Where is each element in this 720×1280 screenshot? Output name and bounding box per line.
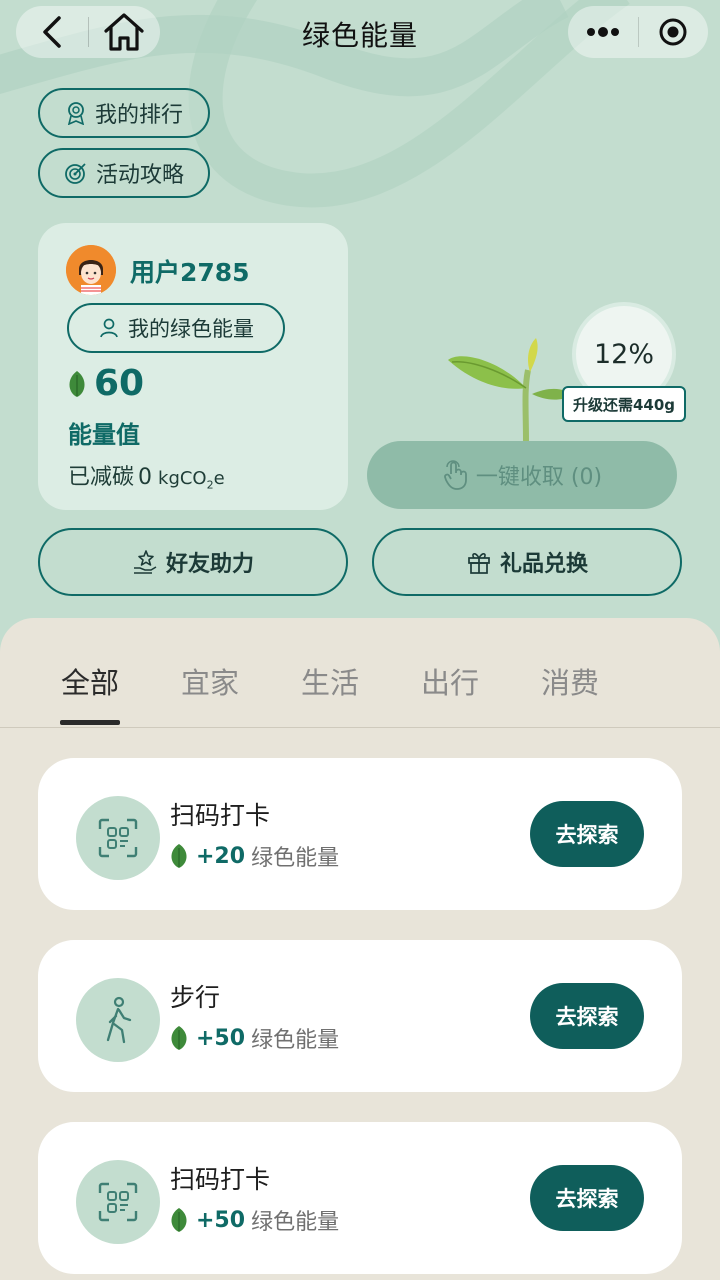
energy-label: 能量值 bbox=[68, 421, 140, 449]
task-reward-label: 绿色能量 bbox=[251, 1028, 340, 1053]
gift-exchange-label: 礼品兑换 bbox=[499, 552, 588, 577]
task-reward: +50 绿色能量 bbox=[168, 1204, 339, 1236]
leaf-icon bbox=[69, 370, 85, 397]
task-points: +50 bbox=[196, 1207, 246, 1233]
energy-value: 60 bbox=[94, 363, 145, 404]
task-icon-wrap bbox=[76, 796, 160, 880]
avatar[interactable] bbox=[66, 245, 116, 295]
scan-icon bbox=[98, 1182, 138, 1222]
hand-star-icon bbox=[133, 550, 157, 574]
carbon-prefix: 已减碳 bbox=[68, 465, 135, 490]
close-miniprogram-button[interactable] bbox=[639, 6, 709, 58]
task-sheet: 全部 宜家 生活 出行 消费 扫码打卡 +20 绿色能量 去探索 步行 +50 … bbox=[0, 618, 720, 1280]
explore-button[interactable]: 去探索 bbox=[530, 983, 644, 1049]
target-icon bbox=[65, 163, 86, 184]
activity-guide-label: 活动攻略 bbox=[95, 163, 184, 188]
collect-all-button[interactable]: 一键收取 (0) bbox=[367, 441, 677, 509]
activity-guide-button[interactable]: 活动攻略 bbox=[38, 148, 210, 198]
username: 用户2785 bbox=[130, 258, 250, 287]
task-card: 步行 +50 绿色能量 去探索 bbox=[38, 940, 682, 1092]
tab-ikea[interactable]: 宜家 bbox=[150, 660, 270, 702]
friend-assist-button[interactable]: 好友助力 bbox=[38, 528, 348, 596]
carbon-value: 0 bbox=[138, 465, 153, 490]
category-tabs: 全部 宜家 生活 出行 消费 bbox=[0, 660, 720, 728]
task-icon-wrap bbox=[76, 1160, 160, 1244]
progress-percent: 12% bbox=[593, 338, 654, 370]
tab-all[interactable]: 全部 bbox=[30, 660, 150, 702]
more-button[interactable] bbox=[568, 6, 638, 58]
carbon-suffix: e bbox=[213, 468, 225, 489]
task-title: 步行 bbox=[170, 983, 221, 1012]
collect-all-label: 一键收取 (0) bbox=[475, 465, 603, 490]
gift-icon bbox=[468, 553, 490, 574]
task-points: +20 bbox=[196, 843, 246, 869]
walking-icon bbox=[106, 996, 132, 1044]
leaf-icon bbox=[171, 844, 187, 868]
task-points: +50 bbox=[196, 1025, 246, 1051]
tab-consume[interactable]: 消费 bbox=[510, 660, 630, 702]
leaf-icon bbox=[171, 1208, 187, 1232]
person-icon bbox=[100, 318, 118, 338]
gift-exchange-button[interactable]: 礼品兑换 bbox=[372, 528, 682, 596]
energy-value-row: 60 bbox=[66, 363, 144, 404]
more-icon bbox=[586, 27, 619, 37]
explore-button[interactable]: 去探索 bbox=[530, 1165, 644, 1231]
explore-button[interactable]: 去探索 bbox=[530, 801, 644, 867]
avatar-image bbox=[66, 245, 116, 295]
carbon-sub: 2 bbox=[206, 478, 214, 492]
active-tab-indicator bbox=[60, 720, 120, 725]
tap-hand-icon bbox=[444, 460, 467, 490]
tabs-divider bbox=[0, 727, 720, 728]
tab-life[interactable]: 生活 bbox=[270, 660, 390, 702]
upgrade-requirement: 升级还需440g bbox=[562, 386, 686, 422]
user-card: 用户2785 我的绿色能量 60 能量值 已减碳 0 kgCO2e bbox=[38, 223, 348, 510]
scan-icon bbox=[98, 818, 138, 858]
task-reward-label: 绿色能量 bbox=[251, 846, 340, 871]
task-reward: +50 绿色能量 bbox=[168, 1022, 339, 1054]
task-title: 扫码打卡 bbox=[170, 1165, 271, 1194]
sprout-image bbox=[448, 338, 572, 442]
my-green-energy-label: 我的绿色能量 bbox=[128, 317, 254, 341]
task-reward: +20 绿色能量 bbox=[168, 840, 339, 872]
task-reward-label: 绿色能量 bbox=[251, 1210, 340, 1235]
friend-assist-label: 好友助力 bbox=[165, 552, 254, 577]
task-card: 扫码打卡 +20 绿色能量 去探索 bbox=[38, 758, 682, 910]
nav-capsule-right bbox=[568, 6, 708, 58]
my-green-energy-button[interactable]: 我的绿色能量 bbox=[67, 303, 285, 353]
my-ranking-button[interactable]: 我的排行 bbox=[38, 88, 210, 138]
leaf-icon bbox=[171, 1026, 187, 1050]
target-icon bbox=[659, 18, 687, 46]
task-icon-wrap bbox=[76, 978, 160, 1062]
task-card: 扫码打卡 +50 绿色能量 去探索 bbox=[38, 1122, 682, 1274]
carbon-reduced: 已减碳 0 kgCO2e bbox=[68, 459, 225, 492]
my-ranking-label: 我的排行 bbox=[94, 103, 183, 128]
tab-travel[interactable]: 出行 bbox=[390, 660, 510, 702]
task-title: 扫码打卡 bbox=[170, 801, 271, 830]
carbon-unit: kgCO bbox=[158, 468, 207, 489]
ribbon-icon bbox=[67, 102, 85, 125]
